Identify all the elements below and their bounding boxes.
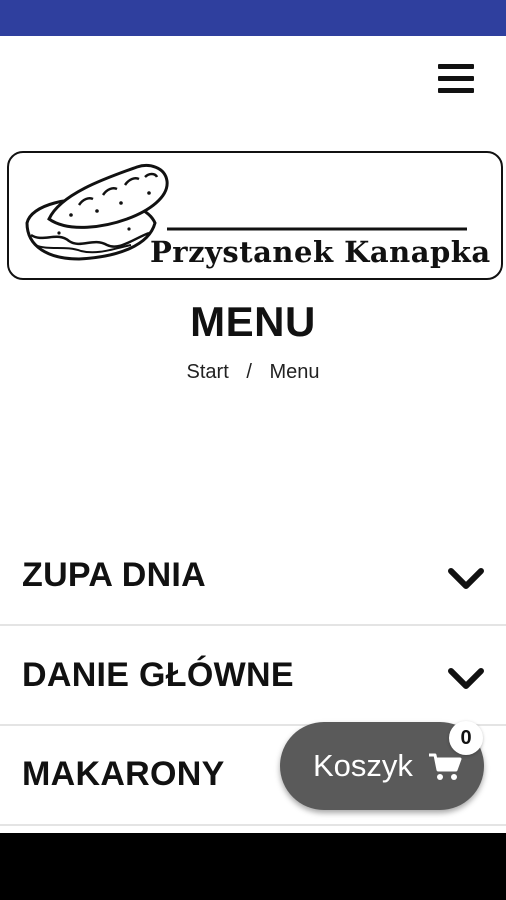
system-navigation-bar (0, 833, 506, 900)
status-bar (0, 0, 506, 36)
chevron-down-icon[interactable] (447, 566, 485, 592)
breadcrumb-link-start[interactable]: Start (187, 361, 229, 383)
menu-section-danie-glowne[interactable]: DANIE GŁÓWNE (0, 626, 506, 726)
shopping-cart-icon (429, 753, 462, 780)
logo-wordmark: Przystanek Kanapka (150, 235, 491, 269)
hamburger-menu-icon[interactable] (434, 62, 478, 100)
cart-count-badge: 0 (449, 721, 483, 755)
menu-section-label: MAKARONY (22, 755, 225, 793)
chevron-down-icon[interactable] (447, 666, 485, 692)
menu-section-label: ZUPA DNIA (22, 556, 207, 594)
breadcrumb-separator: / (246, 361, 252, 383)
page-title: MENU (190, 298, 316, 345)
menu-section-zupa-dnia[interactable]: ZUPA DNIA (0, 526, 506, 626)
breadcrumb: Start / Menu (0, 361, 506, 384)
logo: Przystanek Kanapka (7, 151, 503, 280)
cart-label: Koszyk (313, 748, 413, 783)
menu-section-label: DANIE GŁÓWNE (22, 656, 294, 694)
breadcrumb-current: Menu (269, 361, 320, 383)
